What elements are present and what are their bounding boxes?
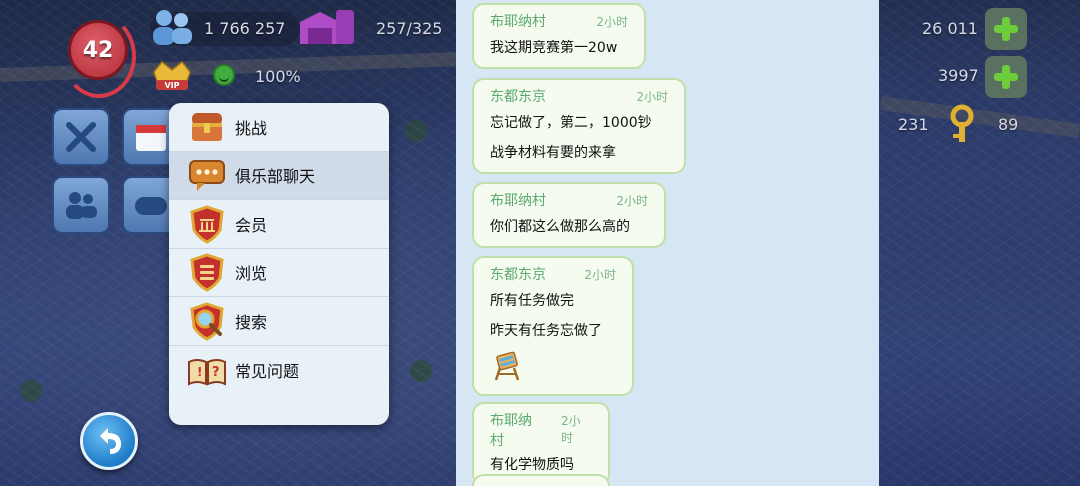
chat-message: 布耶纳村 2小时 我这期竞赛第一20w — [472, 3, 646, 69]
sender-name[interactable]: 布耶纳村 — [490, 190, 546, 210]
vip-crown-icon[interactable]: VIP — [148, 58, 196, 94]
back-button[interactable] — [80, 412, 138, 470]
chat-message-partial — [472, 474, 610, 486]
message-time: 2小时 — [560, 414, 581, 445]
menu-item-search[interactable]: 搜索 — [169, 297, 389, 346]
chat-message: 布耶纳村 2小时 你们都这么做那么高的 — [472, 182, 666, 248]
golden-keys-count: 231 — [898, 115, 929, 134]
sender-name[interactable]: 布耶纳村 — [490, 410, 545, 450]
simoleons-count: 26 011 — [922, 19, 978, 38]
simcash-count: 3997 — [938, 66, 979, 85]
menu-label: 挑战 — [235, 118, 268, 138]
menu-item-club-chat[interactable]: 俱乐部聊天 — [169, 151, 389, 200]
club-chat-panel[interactable]: 布耶纳村 2小时 我这期竞赛第一20w 东都东京 2小时 忘记做了，第二，100… — [456, 0, 879, 486]
sender-name[interactable]: 布耶纳村 — [490, 11, 546, 31]
vip-label: VIP — [164, 81, 179, 90]
chat-bubble-icon — [189, 160, 225, 192]
golden-key-icon — [950, 104, 974, 142]
menu-label: 浏览 — [235, 264, 268, 284]
population-icon — [153, 10, 192, 45]
magnifier-icon — [190, 302, 224, 341]
message-time: 2小时 — [596, 15, 628, 29]
message-text: 你们都这么做那么高的 — [490, 219, 630, 235]
treasure-chest-icon — [192, 112, 222, 141]
faq-mark: ! — [197, 365, 202, 379]
back-arrow-icon — [100, 428, 122, 454]
population-count: 1 766 257 — [204, 19, 286, 38]
menu-label: 会员 — [235, 215, 268, 235]
message-text: 我这期竞赛第一20w — [490, 40, 618, 56]
message-time: 2小时 — [584, 268, 616, 282]
message-text: 所有任务做完 — [490, 293, 574, 309]
level-badge: 42 — [68, 20, 128, 80]
menu-item-members[interactable]: 会员 — [169, 200, 389, 249]
building-storage-icon[interactable] — [296, 4, 360, 50]
add-simoleons-button[interactable] — [985, 8, 1027, 50]
people-icon — [66, 192, 97, 219]
building-capacity: 257/325 — [376, 19, 443, 38]
message-text: 昨天有任务忘做了 — [490, 323, 602, 339]
platinum-keys-count: 89 — [998, 115, 1019, 134]
palm-tree — [405, 120, 427, 142]
menu-label: 搜索 — [235, 312, 268, 332]
social-button[interactable] — [52, 176, 110, 234]
happiness-percent: 100% — [255, 67, 301, 86]
message-text: 有化学物质吗 — [490, 457, 574, 473]
gamepad-icon — [135, 197, 167, 215]
palm-tree — [20, 380, 42, 402]
sender-name[interactable]: 东都东京 — [490, 264, 546, 284]
happiness-icon — [213, 64, 235, 86]
list-shield-icon — [190, 253, 224, 292]
wrench-icon — [66, 122, 96, 152]
faq-book-icon: ! ? — [188, 358, 226, 386]
palm-tree — [410, 360, 432, 382]
message-text: 忘记做了，第二，1000钞 — [490, 115, 652, 131]
calendar-icon — [136, 125, 166, 151]
chair-icon — [494, 351, 520, 381]
message-time: 2小时 — [616, 194, 648, 208]
chat-message: 东都东京 2小时 所有任务做完 昨天有任务忘做了 — [472, 256, 634, 396]
menu-label: 俱乐部聊天 — [235, 167, 316, 187]
menu-item-faq[interactable]: ! ? 常见问题 — [169, 346, 389, 395]
menu-item-challenge[interactable]: 挑战 — [169, 103, 389, 152]
club-menu: 挑战 俱乐部聊天 会员 浏览 搜索 ! ? 常见问题 — [169, 103, 389, 425]
menu-label: 常见问题 — [235, 361, 300, 381]
chat-message: 东都东京 2小时 忘记做了，第二，1000钞 战争材料有要的来拿 — [472, 78, 686, 174]
build-tools-button[interactable] — [52, 108, 110, 166]
sender-name[interactable]: 东都东京 — [490, 86, 546, 106]
level-indicator[interactable]: 42 — [62, 14, 136, 98]
member-shield-icon — [190, 205, 224, 244]
menu-item-browse[interactable]: 浏览 — [169, 249, 389, 297]
message-text: 战争材料有要的来拿 — [490, 145, 616, 161]
faq-mark: ? — [212, 365, 220, 380]
message-time: 2小时 — [636, 90, 668, 104]
add-simcash-button[interactable] — [985, 56, 1027, 98]
